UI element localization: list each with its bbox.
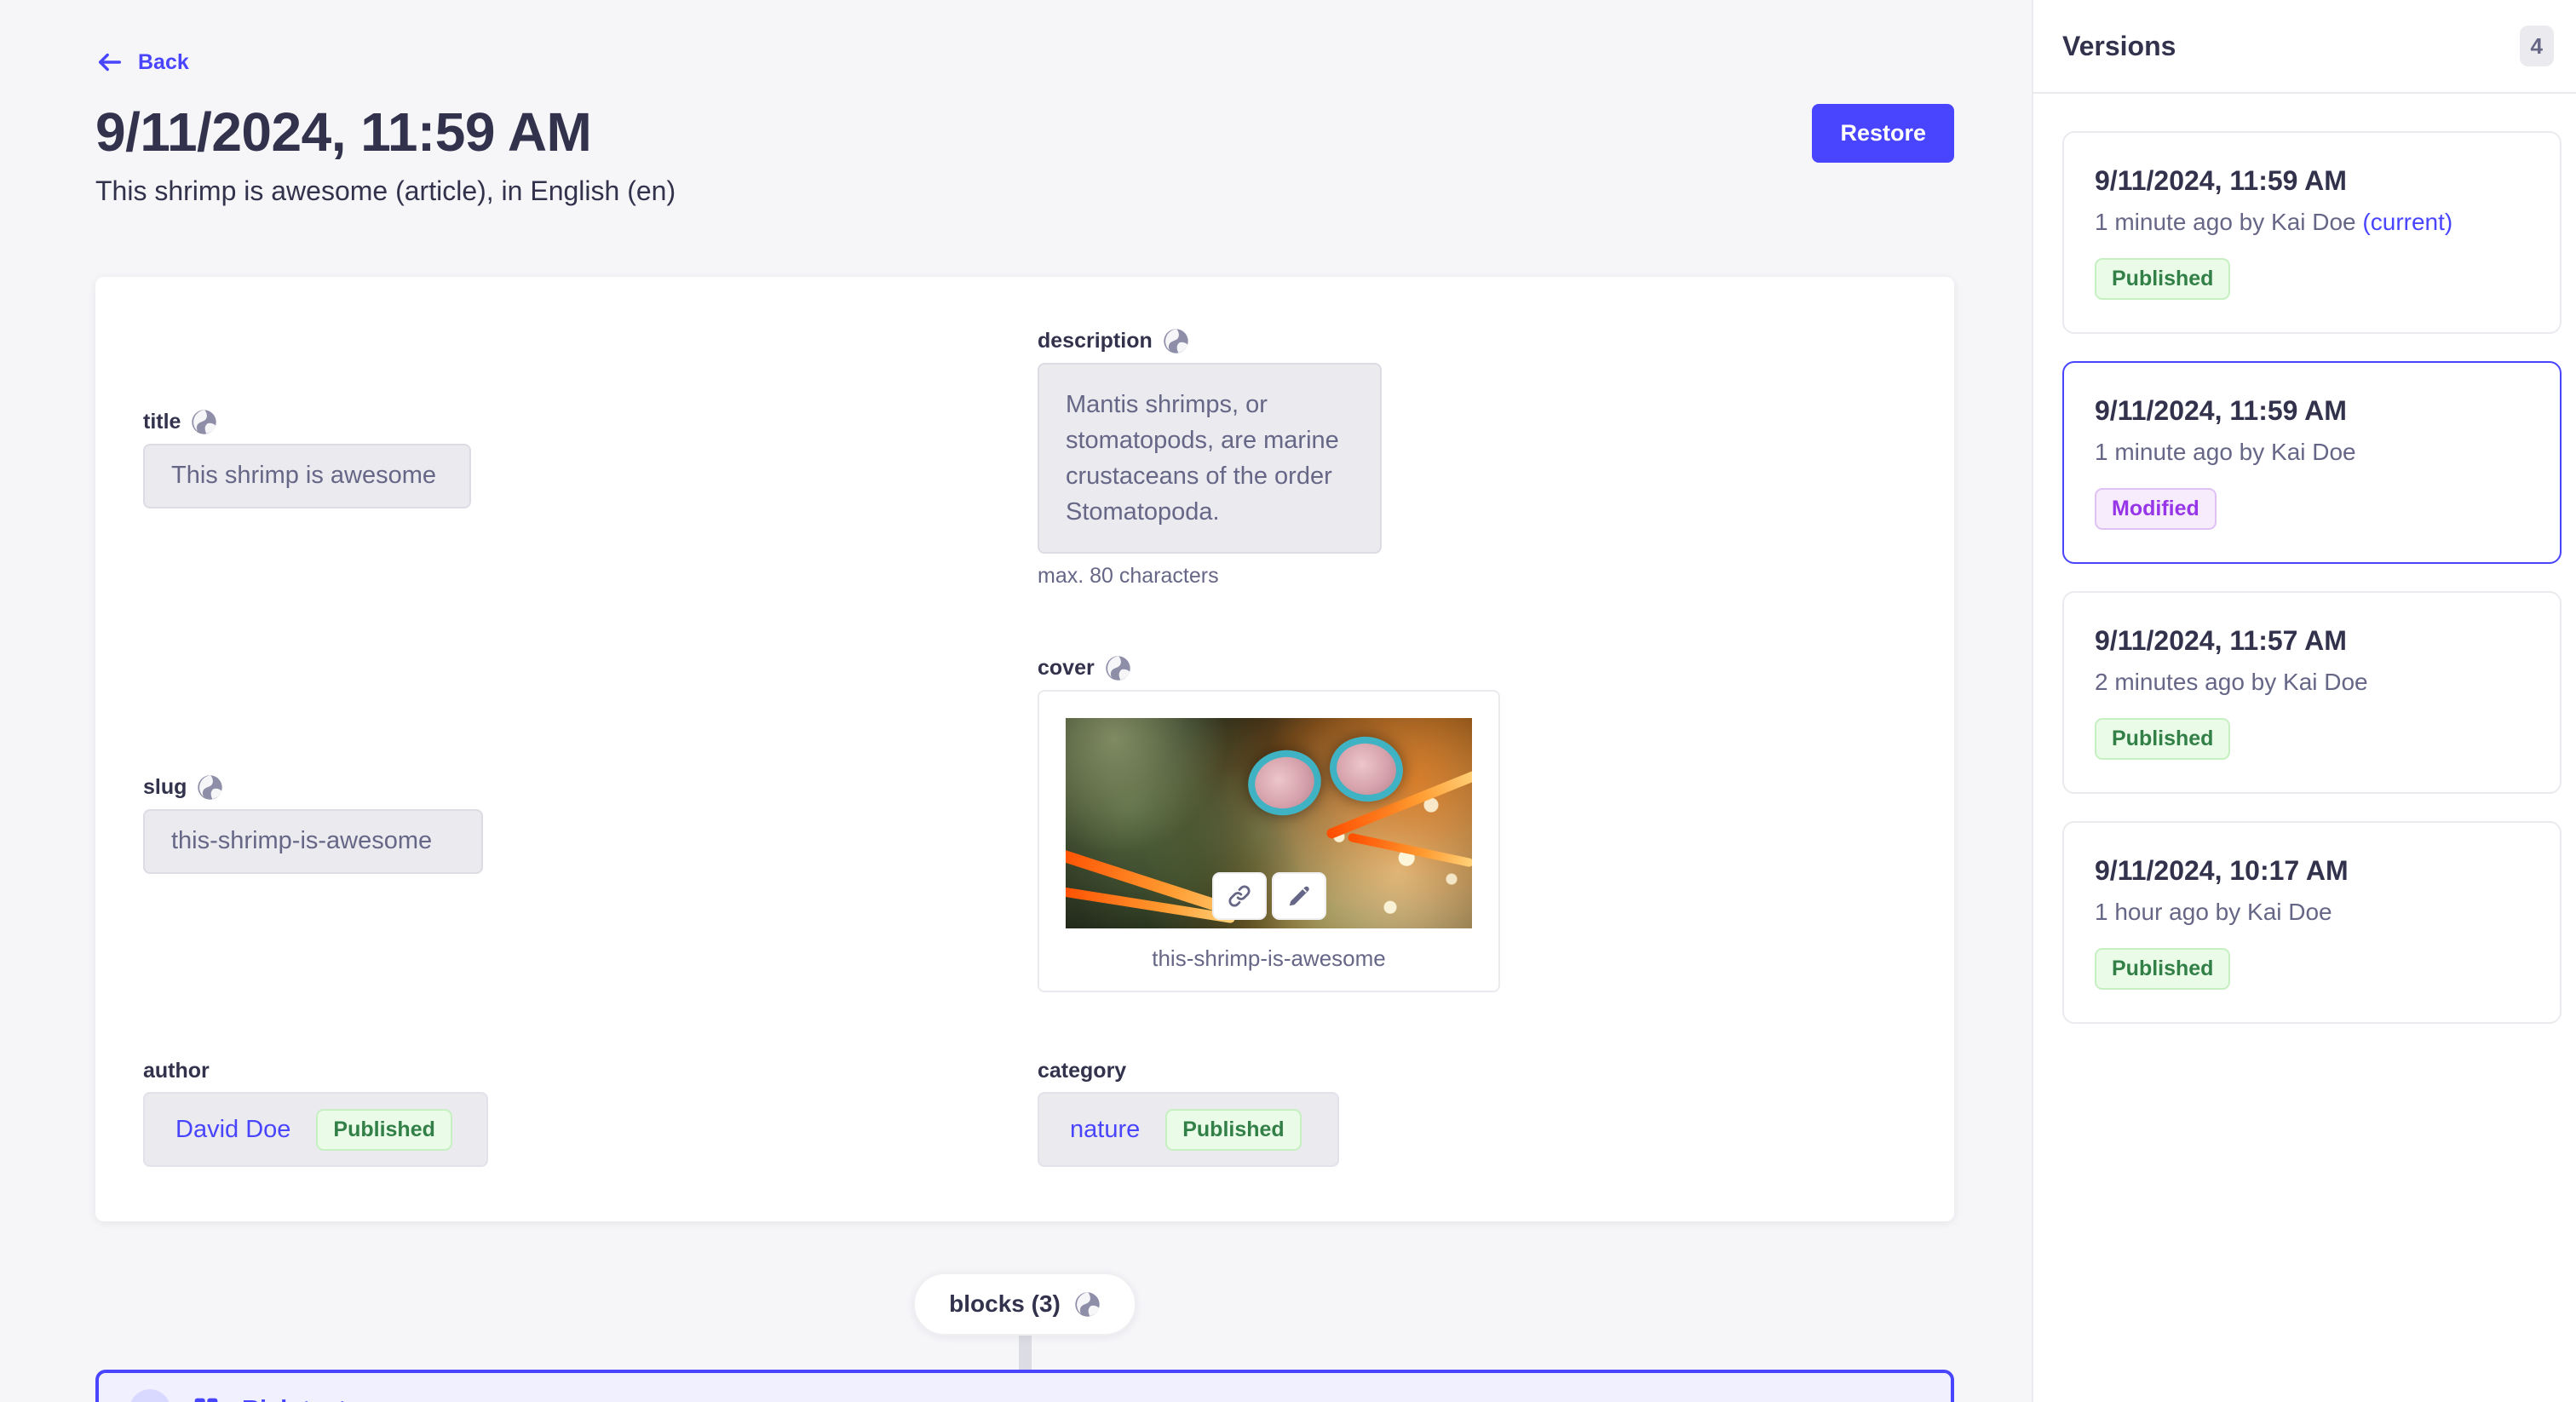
field-description: description Mantis shrimps, or stomatopo… (1038, 328, 1906, 589)
grid-icon (193, 1396, 220, 1402)
globe-icon (197, 774, 223, 801)
version-meta: 1 minute ago by Kai Doe (2095, 439, 2529, 466)
link-icon (1227, 883, 1252, 909)
copy-link-button[interactable] (1212, 872, 1267, 920)
title-input: This shrimp is awesome (143, 444, 471, 509)
version-status-badge: Published (2095, 718, 2230, 760)
main-content: Back 9/11/2024, 11:59 AM Restore This sh… (0, 0, 2032, 1402)
field-title: title This shrimp is awesome (143, 409, 1038, 509)
blocks-pill: blocks (3) (913, 1273, 1136, 1336)
version-date: 9/11/2024, 11:59 AM (2095, 395, 2529, 427)
version-card[interactable]: 9/11/2024, 11:59 AM 1 minute ago by Kai … (2062, 131, 2562, 334)
cover-caption: this-shrimp-is-awesome (1066, 945, 1472, 972)
version-meta: 1 minute ago by Kai Doe (current) (2095, 209, 2529, 236)
collapse-toggle-button[interactable] (129, 1389, 170, 1402)
pencil-icon (1286, 883, 1312, 909)
description-hint: max. 80 characters (1038, 564, 1906, 589)
versions-count-badge: 4 (2520, 26, 2554, 66)
slug-label: slug (143, 775, 187, 800)
globe-icon (191, 409, 217, 435)
description-textarea: Mantis shrimps, or stomatopods, are mari… (1038, 363, 1382, 554)
version-meta: 1 hour ago by Kai Doe (2095, 899, 2529, 926)
author-label: author (143, 1059, 210, 1083)
page-title: 9/11/2024, 11:59 AM (95, 101, 591, 164)
globe-icon (1105, 655, 1131, 681)
fields-panel: title This shrimp is awesome description… (95, 277, 1954, 1221)
author-relation-box: David Doe Published (143, 1092, 488, 1167)
version-card[interactable]: 9/11/2024, 10:17 AM 1 hour ago by Kai Do… (2062, 821, 2562, 1024)
rich-text-block-title: Rich text (242, 1396, 346, 1402)
globe-icon (1074, 1291, 1101, 1318)
back-link[interactable]: Back (95, 48, 189, 77)
version-date: 9/11/2024, 11:59 AM (2095, 165, 2529, 197)
version-meta: 2 minutes ago by Kai Doe (2095, 669, 2529, 696)
field-author: author David Doe Published (143, 1059, 1038, 1167)
version-current-label: (current) (2362, 209, 2452, 235)
field-cover: cover (1038, 655, 1906, 992)
page-subtitle: This shrimp is awesome (article), in Eng… (95, 175, 1954, 207)
slug-input: this-shrimp-is-awesome (143, 809, 483, 874)
edit-image-button[interactable] (1272, 872, 1326, 920)
version-date: 9/11/2024, 11:57 AM (2095, 625, 2529, 657)
category-status-badge: Published (1165, 1109, 1301, 1151)
version-date: 9/11/2024, 10:17 AM (2095, 855, 2529, 887)
version-card[interactable]: 9/11/2024, 11:59 AM 1 minute ago by Kai … (2062, 361, 2562, 564)
blocks-connector (1019, 1336, 1032, 1370)
blocks-pill-label: blocks (3) (949, 1290, 1061, 1318)
cover-label: cover (1038, 656, 1095, 681)
version-card[interactable]: 9/11/2024, 11:57 AM 2 minutes ago by Kai… (2062, 591, 2562, 794)
back-label: Back (138, 50, 189, 75)
globe-icon (1163, 328, 1189, 354)
cover-media-card: this-shrimp-is-awesome (1038, 690, 1500, 992)
versions-list: 9/11/2024, 11:59 AM 1 minute ago by Kai … (2033, 94, 2576, 1061)
restore-button[interactable]: Restore (1812, 104, 1954, 163)
author-link[interactable]: David Doe (175, 1116, 290, 1144)
field-category: category nature Published (1038, 1059, 1906, 1167)
version-status-badge: Published (2095, 948, 2230, 990)
title-label: title (143, 410, 181, 434)
description-label: description (1038, 329, 1153, 353)
field-slug: slug this-shrimp-is-awesome (143, 774, 1038, 874)
rich-text-block-header: Rich text (99, 1373, 1951, 1402)
category-label: category (1038, 1059, 1126, 1083)
cover-image (1066, 718, 1472, 928)
rich-text-block: Rich text body (95, 1370, 1954, 1402)
arrow-left-icon (95, 48, 124, 77)
versions-sidebar: Versions 4 9/11/2024, 11:59 AM 1 minute … (2032, 0, 2576, 1402)
version-status-badge: Published (2095, 258, 2230, 300)
category-relation-box: nature Published (1038, 1092, 1339, 1167)
versions-title: Versions (2062, 31, 2176, 62)
author-status-badge: Published (316, 1109, 451, 1151)
version-status-badge: Modified (2095, 488, 2217, 530)
category-link[interactable]: nature (1070, 1116, 1140, 1144)
